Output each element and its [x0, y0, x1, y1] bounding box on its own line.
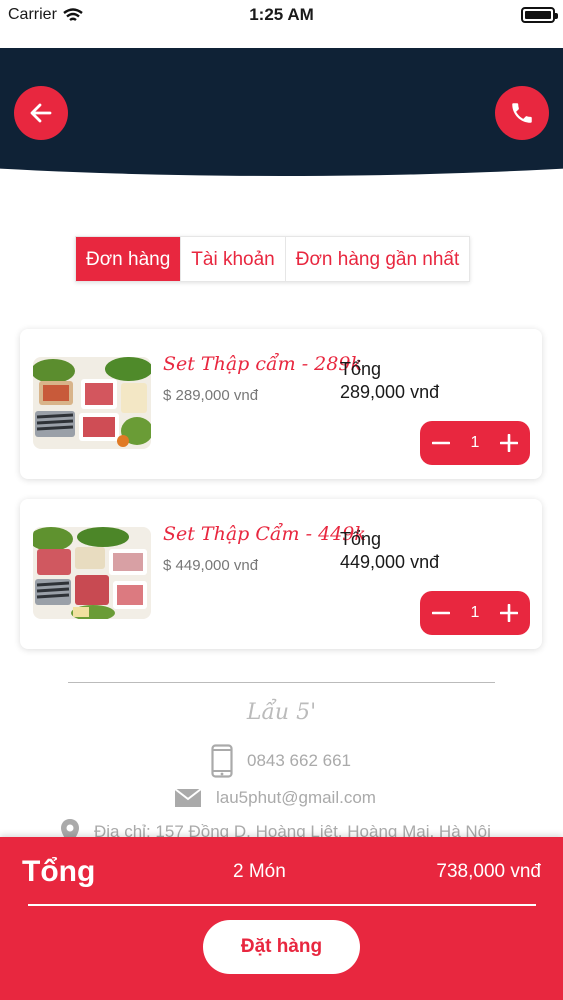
item-image [33, 527, 151, 619]
summary-title: Tổng [22, 855, 96, 888]
cart-item: Set Thập Cẩm - 449k $ 449,000 vnđ Tổng 4… [20, 499, 542, 649]
status-bar: Carrier 1:25 AM [0, 0, 563, 30]
item-name: Set Thập cẩm - 289k [163, 353, 362, 375]
order-summary-bar: Tổng 2 Món 738,000 vnđ Đặt hàng [0, 837, 563, 1000]
contact-phone-text: 0843 662 661 [247, 751, 351, 770]
decrease-button[interactable] [430, 432, 452, 454]
item-total-value: 289,000 vnđ [340, 382, 440, 402]
tab-recent-orders[interactable]: Đơn hàng gần nhất [286, 237, 470, 281]
item-price: $ 289,000 vnđ [163, 387, 259, 404]
decrease-button[interactable] [430, 602, 452, 624]
tab-bar: Đơn hàng Tài khoản Đơn hàng gần nhất [75, 236, 471, 282]
brand-name: Lẩu 5' [246, 700, 317, 725]
summary-total: 738,000 vnđ [436, 861, 541, 882]
header-background [0, 48, 563, 176]
item-name: Set Thập Cẩm - 449k [163, 523, 366, 545]
plus-icon [500, 604, 518, 622]
tab-orders[interactable]: Đơn hàng [76, 237, 182, 281]
increase-button[interactable] [498, 432, 520, 454]
arrow-left-icon [30, 103, 52, 123]
item-price: $ 449,000 vnđ [163, 557, 259, 574]
place-order-button[interactable]: Đặt hàng [203, 920, 360, 974]
plus-icon [500, 434, 518, 452]
minus-icon [432, 611, 450, 615]
battery-icon [521, 7, 558, 23]
item-total-label: Tổng [340, 359, 382, 379]
contact-phone[interactable]: 0843 662 661 [211, 744, 351, 778]
tab-account[interactable]: Tài khoản [181, 237, 286, 281]
contact-email[interactable]: lau5phut@gmail.com [174, 788, 376, 808]
cart-item: Set Thập cẩm - 289k $ 289,000 vnđ Tổng 2… [20, 329, 542, 479]
phone-icon [512, 103, 532, 123]
item-total-label: Tổng [340, 529, 382, 549]
summary-item-count: 2 Món [233, 861, 286, 882]
quantity-stepper: 1 [420, 421, 530, 465]
quantity-stepper: 1 [420, 591, 530, 635]
call-button[interactable] [495, 86, 549, 140]
increase-button[interactable] [498, 602, 520, 624]
quantity-value: 1 [470, 434, 480, 451]
summary-divider [28, 904, 536, 906]
item-total-value: 449,000 vnđ [340, 552, 440, 572]
mail-icon [174, 788, 202, 807]
back-button[interactable] [14, 86, 68, 140]
contact-email-text: lau5phut@gmail.com [216, 788, 376, 807]
item-image [33, 357, 151, 449]
quantity-value: 1 [470, 604, 480, 621]
divider [68, 682, 495, 683]
status-time: 1:25 AM [249, 5, 314, 24]
mobile-phone-icon [211, 744, 233, 778]
minus-icon [432, 441, 450, 445]
